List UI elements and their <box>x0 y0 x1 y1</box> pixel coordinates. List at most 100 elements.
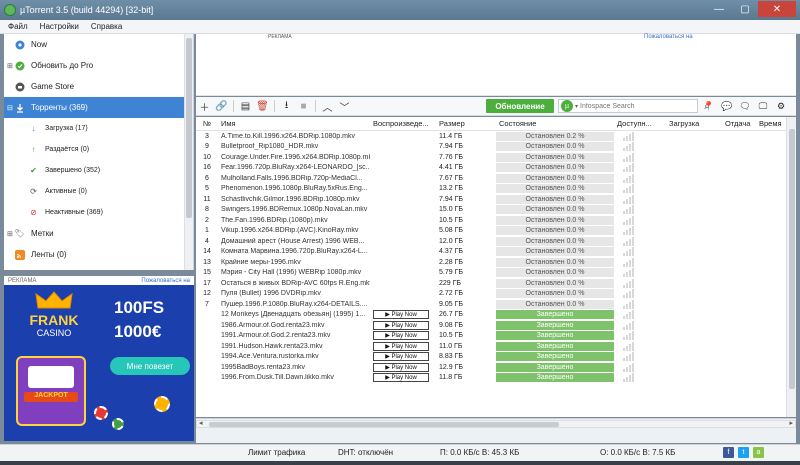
sidebar-item-labels[interactable]: ⊞ 🏷 Метки <box>4 223 193 244</box>
table-row[interactable]: 11 Schastlivchik.Gilmor.1996.BDRip.1080p.… <box>196 194 796 205</box>
ad-cta-button[interactable]: Мне повезет <box>110 357 190 375</box>
create-torrent-button[interactable]: ▤ <box>237 98 254 114</box>
menu-file[interactable]: Файл <box>8 22 28 31</box>
row-status-cell: Остановлен 0.0 % <box>496 257 614 267</box>
speech-bubble-icon[interactable]: 🗨 <box>736 99 754 113</box>
add-torrent-button[interactable]: ＋ <box>196 98 213 114</box>
sidebar-item-game-store[interactable]: Game Store <box>4 76 193 97</box>
table-row[interactable]: 1991.Armour.of.God.2.renta23.mkv ▶ Play N… <box>196 331 796 342</box>
sidebar-item-active[interactable]: ⟳ Активные (0) <box>4 181 193 202</box>
column-header-name[interactable]: Имя <box>218 119 370 128</box>
table-row[interactable]: 1986.Armour.of.God.renta23.mkv ▶ Play Now… <box>196 320 796 331</box>
column-header-number[interactable]: № <box>196 119 218 128</box>
table-row[interactable]: 1991.Hudson.Hawk.renta23.mkv ▶ Play Now 11… <box>196 341 796 352</box>
sidebar-advertisement[interactable]: РЕКЛАМА Пожаловаться на FRANK CASINO 100… <box>4 276 194 441</box>
collapse-icon[interactable]: ⊟ <box>7 104 13 112</box>
add-link-button[interactable]: 🔗 <box>213 98 230 114</box>
ad-complain-link[interactable]: Пожаловаться на <box>141 278 190 284</box>
menu-help[interactable]: Справка <box>91 22 122 31</box>
table-row[interactable]: 1995BadBoys.renta23.mkv ▶ Play Now 12.9 ГБ… <box>196 362 796 373</box>
table-row[interactable]: 4 Домашний арест (House Arrest) 1996 WEB.… <box>196 236 796 247</box>
table-row[interactable]: 16 Fear.1996.720p.BluRay.x264-LEONARDO_[s… <box>196 163 796 174</box>
menu-settings[interactable]: Настройки <box>40 22 79 31</box>
row-name: 1991.Hudson.Hawk.renta23.mkv <box>221 342 323 350</box>
column-header-download[interactable]: Загрузка <box>666 119 722 128</box>
column-header-play[interactable]: Воспроизведе... <box>370 119 436 128</box>
chat-icon[interactable]: 💬 <box>718 99 736 113</box>
traffic-limit[interactable]: Лимит трафика <box>248 448 305 457</box>
maximize-button[interactable]: ▢ <box>732 1 758 17</box>
play-now-button[interactable]: ▶ Play Now <box>373 341 429 351</box>
chevron-down-icon[interactable]: ▾ <box>575 103 578 110</box>
table-row[interactable]: 2 The.Fan.1996.BDRip.(1080p).mkv 10.5 ГБ Ос… <box>196 215 796 226</box>
twitter-icon[interactable]: t <box>738 447 749 458</box>
top-advertisement[interactable]: РЕКЛАМА Пожаловаться на <box>196 34 796 96</box>
column-header-size[interactable]: Размер <box>436 119 496 128</box>
minimize-button[interactable]: — <box>706 1 732 17</box>
play-now-button[interactable]: ▶ Play Now <box>373 310 429 320</box>
play-now-button[interactable]: ▶ Play Now <box>373 331 429 341</box>
sidebar-item-downloading[interactable]: ↓ Загрузка (17) <box>4 118 193 139</box>
table-row[interactable]: 12 Пуля (Bullet) 1996 DVDRip.mkv 2.72 ГБ Ос… <box>196 289 796 300</box>
move-up-button[interactable]: ︿ <box>319 98 336 114</box>
search-provider-icon[interactable]: µ <box>561 100 573 112</box>
sidebar-item-seeding[interactable]: ↑ Раздаётся (0) <box>4 139 193 160</box>
column-header-status[interactable]: Состояние <box>496 119 614 128</box>
update-button[interactable]: Обновление <box>486 99 554 113</box>
sidebar-item-now[interactable]: Now <box>4 34 193 55</box>
table-row[interactable]: 15 Мэрия - City Hall (1996) WEBRip 1080p.… <box>196 268 796 279</box>
expand-icon[interactable]: ⊞ <box>7 62 13 70</box>
table-row[interactable]: 5 Phenomenon.1996.1080p.BluRay.5xRus.Eng.… <box>196 184 796 195</box>
android-icon[interactable]: a <box>753 447 764 458</box>
table-row[interactable]: 14 Комната Марвина.1996.720p.BluRay.x264-… <box>196 247 796 258</box>
column-header-upload[interactable]: Отдача <box>722 119 756 128</box>
row-availability <box>614 320 666 330</box>
scrollbar-thumb[interactable] <box>186 38 192 218</box>
search-box[interactable]: µ ▾ <box>558 99 698 113</box>
delete-button[interactable]: 🗑 <box>254 98 271 114</box>
row-status-cell: Завершено <box>496 362 614 372</box>
move-down-button[interactable]: ﹀ <box>336 98 353 114</box>
play-now-button[interactable]: ▶ Play Now <box>373 373 429 383</box>
column-header-availability[interactable]: Доступн... <box>614 119 666 128</box>
sidebar-item-pro[interactable]: ⊞ Обновить до Pro <box>4 55 193 76</box>
table-row[interactable]: 1994.Ace.Ventura.rustorka.mkv ▶ Play Now 8… <box>196 352 796 363</box>
close-button[interactable]: ✕ <box>758 1 796 17</box>
table-row[interactable]: 7 Пушер.1996.P.1080p.BluRay.x264-DETAILS.… <box>196 299 796 310</box>
table-scrollbar[interactable] <box>786 117 796 417</box>
facebook-icon[interactable]: f <box>723 447 734 458</box>
play-now-button[interactable]: ▶ Play Now <box>373 320 429 330</box>
table-row[interactable]: 10 Courage.Under.Fire.1996.x264.BDRip.108… <box>196 152 796 163</box>
search-input[interactable] <box>580 102 671 110</box>
location-pin-icon[interactable]: 📍 <box>700 99 718 113</box>
play-now-button[interactable]: ▶ Play Now <box>373 362 429 372</box>
status-progress-bar: Остановлен 0.0 % <box>496 173 614 183</box>
scrollbar-thumb[interactable] <box>789 129 795 389</box>
sidebar-item-feeds[interactable]: Ленты (0) <box>4 244 193 265</box>
gear-icon[interactable]: ⚙ <box>772 99 790 113</box>
table-row[interactable]: 13 Крайние меры-1996.mkv 2.28 ГБ Остановлен… <box>196 257 796 268</box>
sidebar-item-inactive[interactable]: ⊘ Неактивные (369) <box>4 202 193 223</box>
sidebar-item-completed[interactable]: ✔ Завершено (352) <box>4 160 193 181</box>
horizontal-scrollbar[interactable]: ◂ ▸ <box>196 420 796 428</box>
expand-icon[interactable]: ⊞ <box>7 230 13 238</box>
table-row[interactable]: 3 A.Time.to.Kill.1996.x264.BDRip.1080p.mk… <box>196 131 796 142</box>
scroll-left-icon[interactable]: ◂ <box>199 419 203 427</box>
row-status-cell: Остановлен 0.0 % <box>496 184 614 194</box>
table-row[interactable]: 12 Monkeys [Двенадцать обезьян] (1995) 1… <box>196 310 796 321</box>
sidebar-scrollbar[interactable] <box>184 34 193 270</box>
table-row[interactable]: 9 Bulletproof_Rip1080_HDR.mkv 7.94 ГБ Остан… <box>196 142 796 153</box>
scrollbar-thumb[interactable] <box>209 422 559 427</box>
scroll-right-icon[interactable]: ▸ <box>789 419 793 427</box>
ad-complain-link[interactable]: Пожаловаться на <box>644 34 693 40</box>
sidebar-item-torrents[interactable]: ⊟ Торренты (369) <box>4 97 193 118</box>
download-button[interactable]: ⭳ <box>278 98 295 114</box>
play-now-button[interactable]: ▶ Play Now <box>373 352 429 362</box>
table-row[interactable]: 17 Остаться в живых BDRip-AVC 60fps R.Eng… <box>196 278 796 289</box>
stop-button[interactable]: ■ <box>295 98 312 114</box>
table-row[interactable]: 6 Mulholland.Falls.1996.BDRip.720p-MediaC… <box>196 173 796 184</box>
table-row[interactable]: 8 Swingers.1996.BDRemux.1080p.NovaLan.mkv… <box>196 205 796 216</box>
table-row[interactable]: 1996.From.Dusk.Till.Dawn.likko.mkv ▶ Play… <box>196 373 796 384</box>
table-row[interactable]: 1 Vikup.1996.x264.BDRip.(AVC).KinoRay.mkv… <box>196 226 796 237</box>
monitor-icon[interactable]: 🖵 <box>754 99 772 113</box>
